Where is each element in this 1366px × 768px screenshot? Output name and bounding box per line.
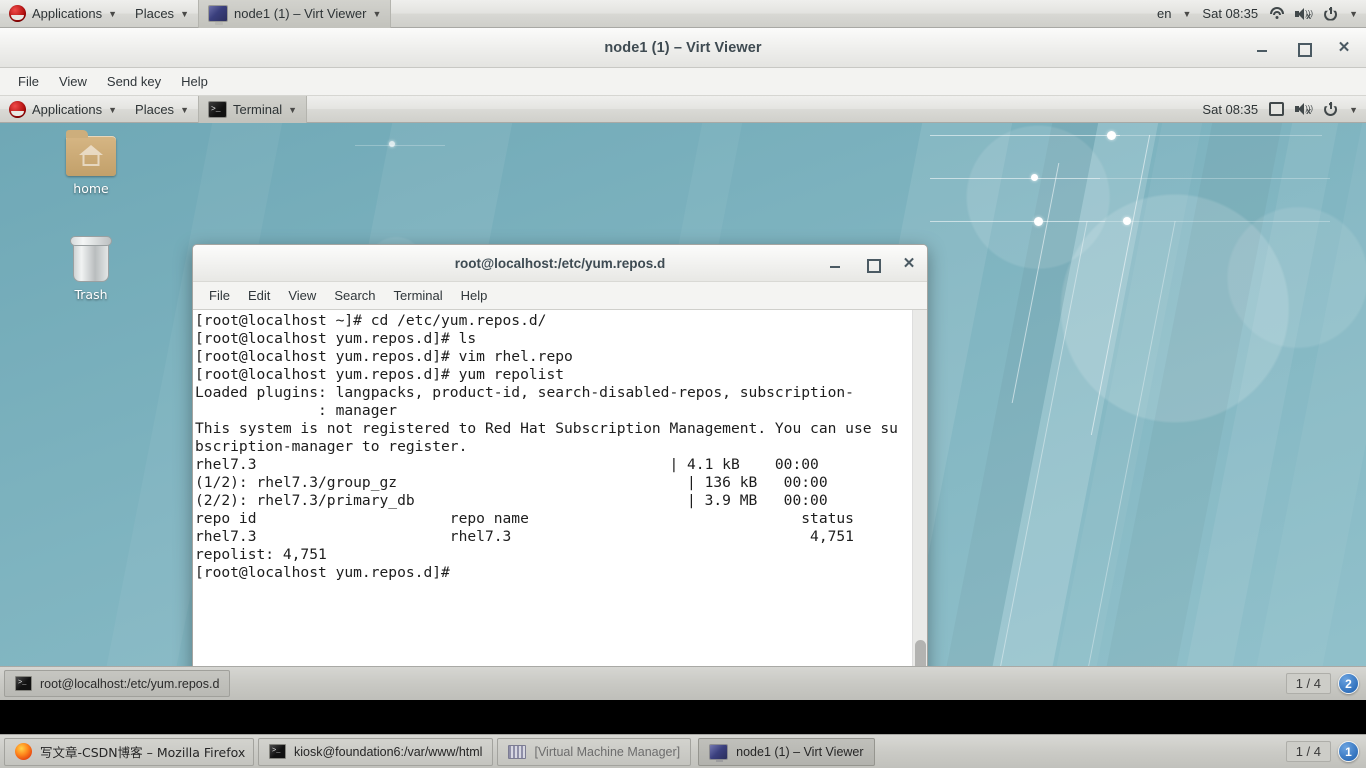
- minimize-icon[interactable]: [1254, 40, 1270, 56]
- guest-clock[interactable]: Sat 08:35: [1202, 102, 1258, 117]
- volume-muted-icon[interactable]: ))) x: [1295, 7, 1313, 21]
- host-active-window-menu[interactable]: node1 (1) – Virt Viewer ▼: [197, 0, 392, 28]
- menu-item-file[interactable]: File: [8, 68, 49, 96]
- host-task-kiosk-terminal-label: kiosk@foundation6:/var/www/html: [294, 744, 483, 759]
- virt-viewer-menubar: File View Send key Help: [0, 68, 1366, 96]
- guest-applications-label: Applications: [32, 101, 103, 117]
- menu-item-terminal[interactable]: Terminal: [385, 282, 452, 310]
- chevron-down-icon: ▼: [180, 104, 189, 115]
- menu-item-help[interactable]: Help: [171, 68, 218, 96]
- guest-places-label: Places: [135, 101, 175, 117]
- desktop-icon-home[interactable]: home: [48, 130, 134, 196]
- trash-icon: [70, 236, 112, 282]
- guest-taskbar: >_ root@localhost:/etc/yum.repos.d 1 / 4…: [0, 666, 1366, 700]
- desktop-icon-trash[interactable]: Trash: [48, 236, 134, 302]
- chevron-down-icon[interactable]: ▼: [1349, 10, 1358, 19]
- maximize-icon[interactable]: [1295, 40, 1312, 57]
- terminal-title: root@localhost:/etc/yum.repos.d: [454, 255, 666, 271]
- terminal-window-buttons: ✕: [827, 245, 917, 282]
- chevron-down-icon: ▼: [288, 104, 298, 115]
- terminal-titlebar[interactable]: root@localhost:/etc/yum.repos.d ✕: [193, 245, 927, 282]
- chevron-down-icon: ▼: [108, 9, 118, 19]
- guest-active-window-label: Terminal: [232, 101, 283, 117]
- host-applications-label: Applications: [32, 6, 103, 21]
- terminal-icon: >_: [15, 676, 32, 691]
- host-places-menu[interactable]: Places ▼: [126, 0, 198, 28]
- vm-icon: [709, 743, 729, 762]
- host-task-kiosk-terminal[interactable]: >_ kiosk@foundation6:/var/www/html: [258, 737, 494, 766]
- host-task-vmm-label: [Virtual Machine Manager]: [534, 744, 681, 759]
- guest-workspace-area: 1 / 4 2: [1285, 673, 1366, 694]
- chevron-down-icon: ▼: [180, 9, 189, 19]
- minimize-icon[interactable]: [827, 256, 843, 272]
- host-places-label: Places: [135, 6, 175, 21]
- host-clock[interactable]: Sat 08:35: [1202, 6, 1258, 21]
- guest-status-area: Sat 08:35 ))) x ▼: [1202, 102, 1366, 117]
- terminal-body[interactable]: [root@localhost ~]# cd /etc/yum.repos.d/…: [193, 310, 927, 700]
- host-applications-menu[interactable]: Applications ▼: [0, 0, 126, 28]
- guest-top-panel: Applications ▼ Places ▼ >_ Terminal ▼ Sa…: [0, 96, 1366, 123]
- host-task-virt-viewer[interactable]: node1 (1) – Virt Viewer: [698, 737, 875, 766]
- host-taskbar: 写文章-CSDN博客 – Mozilla Firefox >_ kiosk@fo…: [0, 734, 1366, 768]
- virt-viewer-title: node1 (1) – Virt Viewer: [604, 39, 762, 56]
- guest-workspace-badge[interactable]: 2: [1338, 673, 1359, 694]
- host-status-area: en ▼ Sat 08:35 ))) x ▼: [1157, 6, 1366, 21]
- terminal-output[interactable]: [root@localhost ~]# cd /etc/yum.repos.d/…: [193, 310, 912, 700]
- host-task-virtual-machine-manager[interactable]: [Virtual Machine Manager]: [497, 737, 692, 766]
- power-icon[interactable]: [1324, 102, 1338, 116]
- redhat-logo-icon: [9, 5, 26, 22]
- guest-applications-menu[interactable]: Applications ▼: [0, 96, 126, 123]
- menu-item-view[interactable]: View: [279, 282, 325, 310]
- vmm-icon: [508, 744, 527, 759]
- menu-item-search[interactable]: Search: [325, 282, 384, 310]
- menu-item-file[interactable]: File: [200, 282, 239, 310]
- firefox-icon: [15, 743, 32, 760]
- desktop-icon-trash-label: Trash: [74, 287, 108, 302]
- terminal-menubar: File Edit View Search Terminal Help: [193, 282, 927, 310]
- virt-viewer-window-buttons: ✕: [1254, 28, 1352, 68]
- wifi-icon[interactable]: [1269, 7, 1284, 20]
- vm-icon: [207, 5, 228, 25]
- close-icon[interactable]: ✕: [1336, 40, 1352, 56]
- terminal-icon: >_: [207, 100, 227, 118]
- screen: Applications ▼ Places ▼ node1 (1) – Virt…: [0, 0, 1366, 768]
- chevron-down-icon[interactable]: ▼: [1349, 105, 1358, 115]
- guest-workspace-pager[interactable]: 1 / 4: [1285, 673, 1331, 694]
- host-task-firefox-label: 写文章-CSDN博客 – Mozilla Firefox: [40, 745, 246, 760]
- guest-task-terminal-label: root@localhost:/etc/yum.repos.d: [40, 676, 220, 691]
- host-active-window-label: node1 (1) – Virt Viewer: [233, 6, 367, 21]
- host-workspace-pager[interactable]: 1 / 4: [1285, 741, 1331, 762]
- chevron-down-icon: ▼: [108, 104, 118, 115]
- menu-item-edit[interactable]: Edit: [239, 282, 279, 310]
- desktop-icon-home-label: home: [73, 181, 109, 196]
- host-workspace-area: 1 / 4 1: [1285, 741, 1366, 762]
- guest-task-terminal[interactable]: >_ root@localhost:/etc/yum.repos.d: [4, 670, 231, 697]
- host-task-firefox[interactable]: 写文章-CSDN博客 – Mozilla Firefox: [4, 737, 254, 766]
- chevron-down-icon: ▼: [372, 9, 382, 19]
- volume-muted-icon[interactable]: ))) x: [1295, 102, 1313, 116]
- terminal-window: root@localhost:/etc/yum.repos.d ✕ File E…: [192, 244, 928, 700]
- virt-viewer-window: node1 (1) – Virt Viewer ✕ File View Send…: [0, 28, 1366, 700]
- guest-active-window-menu[interactable]: >_ Terminal ▼: [197, 96, 308, 123]
- maximize-icon[interactable]: [864, 256, 881, 273]
- menu-item-help[interactable]: Help: [452, 282, 497, 310]
- host-top-panel: Applications ▼ Places ▼ node1 (1) – Virt…: [0, 0, 1366, 28]
- power-icon[interactable]: [1324, 6, 1338, 21]
- menu-item-send-key[interactable]: Send key: [97, 68, 171, 96]
- home-folder-icon: [66, 130, 116, 176]
- redhat-logo-icon: [9, 100, 26, 118]
- terminal-icon: >_: [269, 744, 286, 759]
- virt-viewer-titlebar[interactable]: node1 (1) – Virt Viewer ✕: [0, 28, 1366, 68]
- terminal-scrollbar[interactable]: [912, 310, 927, 700]
- menu-item-view[interactable]: View: [49, 68, 97, 96]
- guest-places-menu[interactable]: Places ▼: [126, 96, 198, 123]
- chevron-down-icon: ▼: [1182, 9, 1192, 19]
- host-workspace-badge[interactable]: 1: [1338, 741, 1359, 762]
- keyboard-layout-indicator[interactable]: en: [1157, 6, 1171, 21]
- close-icon[interactable]: ✕: [901, 255, 917, 272]
- display-icon[interactable]: [1269, 102, 1285, 116]
- guest-desktop: Applications ▼ Places ▼ >_ Terminal ▼ Sa…: [0, 96, 1366, 700]
- host-task-virt-viewer-label: node1 (1) – Virt Viewer: [736, 744, 864, 759]
